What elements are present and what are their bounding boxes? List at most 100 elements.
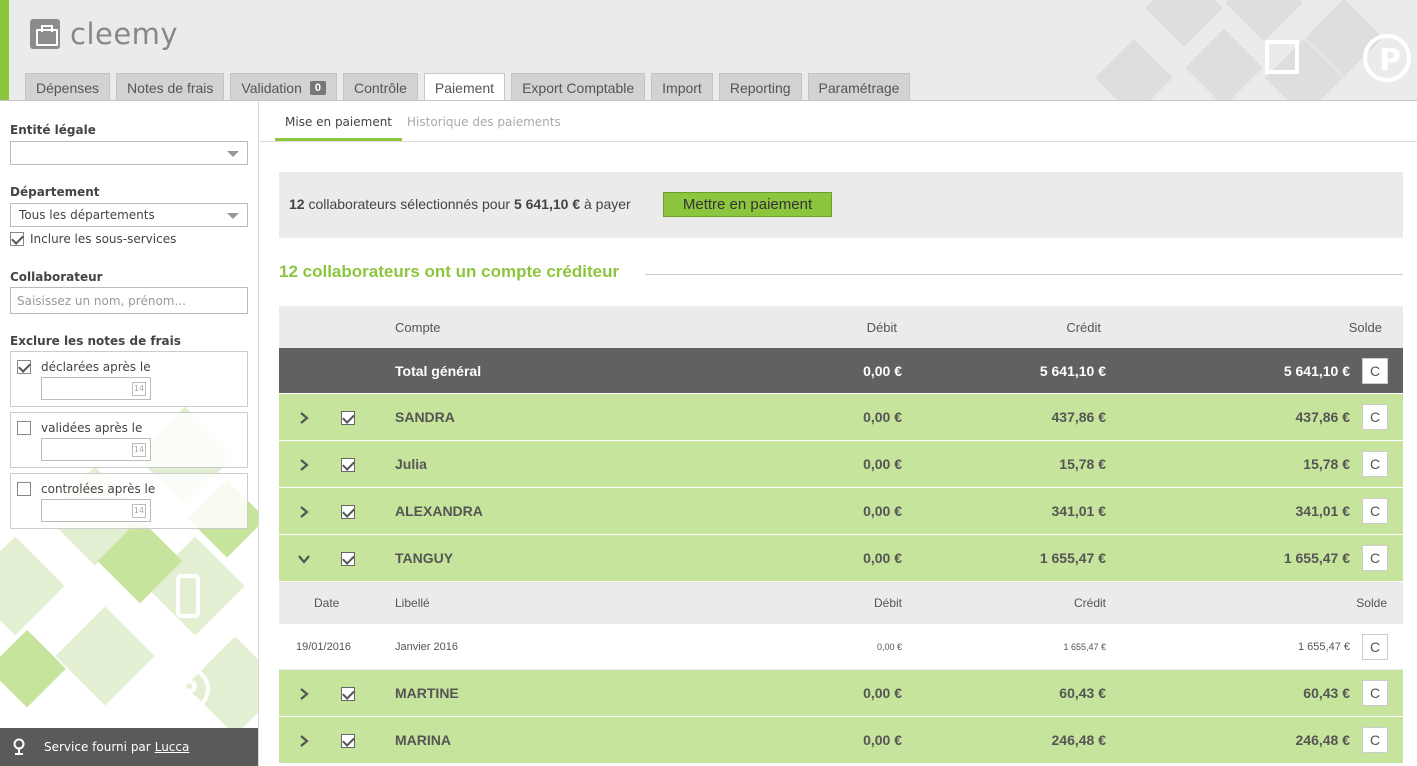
chevron-down-icon[interactable] (297, 552, 311, 566)
calendar-icon[interactable]: 14 (132, 443, 146, 457)
row-checkbox-wrap (341, 409, 355, 426)
tab-reporting[interactable]: Reporting (718, 73, 802, 100)
include-subservices-option[interactable]: Inclure les sous-services (10, 232, 176, 246)
row-checkbox[interactable] (341, 552, 355, 567)
tab-validation[interactable]: Validation 0 (230, 73, 337, 100)
main-tabs: Dépenses Notes de frais Validation 0 Cont… (25, 73, 916, 100)
declared-date-input[interactable]: 14 (41, 377, 151, 400)
employee-balance: 15,78 € (1303, 456, 1350, 472)
row-checkbox[interactable] (341, 687, 355, 702)
c-button[interactable]: C (1362, 727, 1388, 753)
employee-debit: 0,00 € (863, 456, 902, 472)
row-checkbox-wrap (341, 503, 355, 520)
detail-header-balance: Solde (1356, 596, 1387, 610)
include-subservices-label: Inclure les sous-services (30, 232, 177, 246)
chevron-right-icon[interactable] (297, 734, 311, 748)
tab-label: Paramétrage (818, 79, 900, 96)
detail-header: Date Libellé Débit Crédit Solde (279, 582, 1403, 624)
detail-header-debit: Débit (873, 596, 902, 610)
exclude-validated-label: validées après le (41, 421, 143, 435)
app-logo[interactable]: cleemy (30, 17, 178, 51)
total-row: Total général 0,00 € 5 641,10 € 5 641,10… (279, 348, 1403, 394)
employee-name: TANGUY (395, 550, 454, 566)
subtab-historique[interactable]: Historique des paiements (407, 115, 561, 129)
row-checkbox-wrap (341, 550, 355, 567)
c-button[interactable]: C (1362, 545, 1388, 571)
row-checkbox[interactable] (341, 458, 355, 473)
row-checkbox-wrap (341, 456, 355, 473)
total-amount: 5 641,10 € (513, 196, 581, 212)
employee-balance: 60,43 € (1303, 685, 1350, 701)
chevron-down-icon (227, 151, 239, 157)
chevron-right-icon[interactable] (297, 505, 311, 519)
c-button[interactable]: C (1362, 404, 1388, 430)
table-row[interactable]: Julia 0,00 € 15,78 € 15,78 € C (279, 441, 1403, 488)
detail-row: 19/01/2016 Janvier 2016 0,00 € 1 655,47 … (279, 624, 1403, 670)
tab-depenses[interactable]: Dépenses (25, 73, 111, 100)
payment-summary: 12 collaborateurs sélectionnés pour 5 64… (279, 172, 1403, 238)
c-button[interactable]: C (1362, 498, 1388, 524)
table-row[interactable]: SANDRA 0,00 € 437,86 € 437,86 € C (279, 394, 1403, 441)
tab-controle[interactable]: Contrôle (343, 73, 418, 100)
calendar-icon[interactable]: 14 (132, 382, 146, 396)
chevron-right-icon[interactable] (297, 411, 311, 425)
table-row[interactable]: MARTINE 0,00 € 60,43 € 60,43 € C (279, 670, 1403, 717)
lucca-link[interactable]: Lucca (155, 740, 190, 754)
employee-name: ALEXANDRA (395, 503, 483, 519)
tab-label: Import (662, 79, 702, 96)
table-row[interactable]: MARINA 0,00 € 246,48 € 246,48 € C (279, 717, 1403, 764)
row-checkbox[interactable] (341, 734, 355, 749)
validated-date-input[interactable]: 14 (41, 438, 151, 461)
department-label: Département (10, 185, 100, 199)
row-checkbox[interactable] (341, 411, 355, 426)
entity-select[interactable] (10, 141, 248, 165)
collaborator-search-input[interactable]: Saisissez un nom, prénom... (10, 287, 248, 314)
employee-balance: 437,86 € (1295, 409, 1351, 425)
include-subservices-checkbox[interactable] (10, 232, 24, 246)
app-name: cleemy (70, 17, 179, 51)
subtab-mise-en-paiement[interactable]: Mise en paiement (274, 115, 403, 141)
tab-export-comptable[interactable]: Export Comptable (511, 73, 646, 100)
chevron-right-icon[interactable] (297, 458, 311, 472)
total-label: Total général (395, 362, 482, 379)
chevron-right-icon[interactable] (297, 687, 311, 701)
tab-paiement[interactable]: Paiement (423, 73, 506, 100)
calendar-icon[interactable]: 14 (132, 504, 146, 518)
summary-end: à payer (584, 196, 631, 212)
employee-balance: 246,48 € (1295, 732, 1351, 748)
exclude-validated-checkbox[interactable] (17, 421, 31, 435)
section-title: 12 collaborateurs ont un compte créditeu… (279, 262, 630, 282)
footer-text: Service fourni par (44, 740, 151, 754)
tab-import[interactable]: Import (651, 73, 713, 100)
c-button[interactable]: C (1362, 358, 1388, 384)
summary-text: 12 collaborateurs sélectionnés pour 5 64… (289, 196, 631, 212)
entity-label: Entité légale (10, 123, 96, 137)
department-select[interactable]: Tous les départements (10, 203, 248, 227)
employee-credit: 341,01 € (1051, 503, 1107, 519)
employee-name: Julia (395, 456, 427, 472)
c-button[interactable]: C (1362, 634, 1388, 660)
collaborator-placeholder: Saisissez un nom, prénom... (17, 294, 186, 308)
employee-credit: 1 655,47 € (1039, 550, 1106, 566)
employee-name: MARTINE (395, 685, 459, 701)
header-balance: Solde (1348, 319, 1382, 335)
tab-parametrage[interactable]: Paramétrage (807, 73, 911, 100)
controlled-date-input[interactable]: 14 (41, 499, 151, 522)
main-content: Mise en paiement Historique des paiement… (260, 101, 1417, 766)
c-button[interactable]: C (1362, 680, 1388, 706)
row-checkbox[interactable] (341, 505, 355, 520)
exclude-declared-checkbox[interactable] (17, 360, 31, 374)
detail-header-date: Date (314, 596, 340, 610)
header-credit: Crédit (1066, 319, 1101, 335)
employee-debit: 0,00 € (863, 550, 902, 566)
header-decoration: P (1095, 0, 1411, 100)
exclude-controlled-filter: controlées après le 14 (10, 473, 248, 529)
exclude-controlled-checkbox[interactable] (17, 482, 31, 496)
table-row[interactable]: ALEXANDRA 0,00 € 341,01 € 341,01 € C (279, 488, 1403, 535)
tab-notes-de-frais[interactable]: Notes de frais (116, 73, 225, 100)
employee-debit: 0,00 € (863, 503, 902, 519)
mettre-en-paiement-button[interactable]: Mettre en paiement (663, 192, 832, 217)
table-row-expanded[interactable]: TANGUY 0,00 € 1 655,47 € 1 655,47 € C (279, 535, 1403, 582)
tab-label: Validation (241, 79, 302, 96)
c-button[interactable]: C (1362, 451, 1388, 477)
